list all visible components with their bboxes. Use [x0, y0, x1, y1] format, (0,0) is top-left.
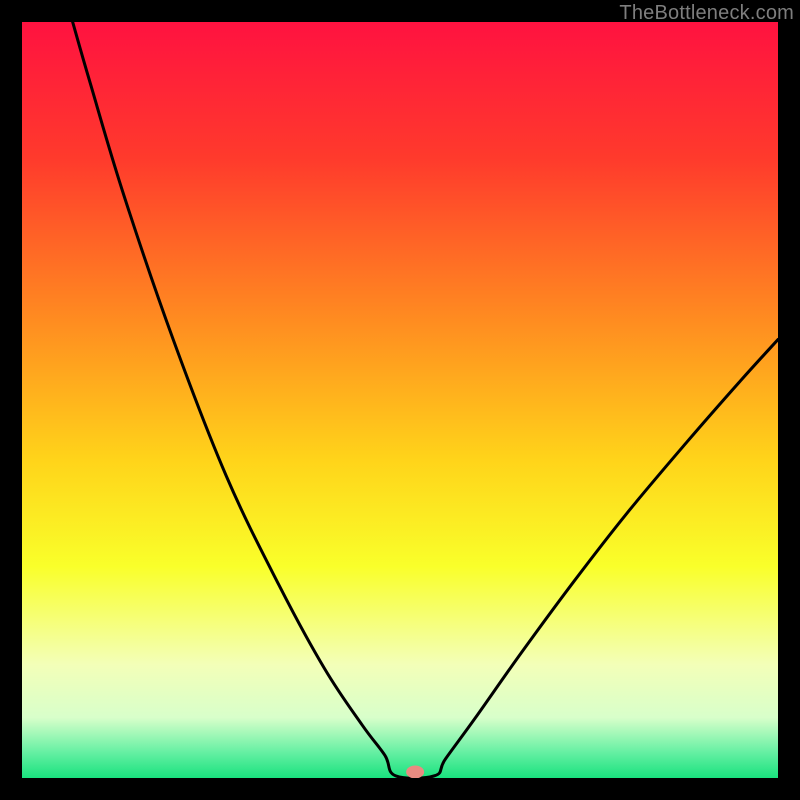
marker-dot — [406, 765, 424, 778]
plot-area — [22, 22, 778, 778]
gradient-background — [22, 22, 778, 778]
chart-frame: TheBottleneck.com — [0, 0, 800, 800]
watermark-label: TheBottleneck.com — [619, 2, 794, 25]
chart-svg — [22, 22, 778, 778]
